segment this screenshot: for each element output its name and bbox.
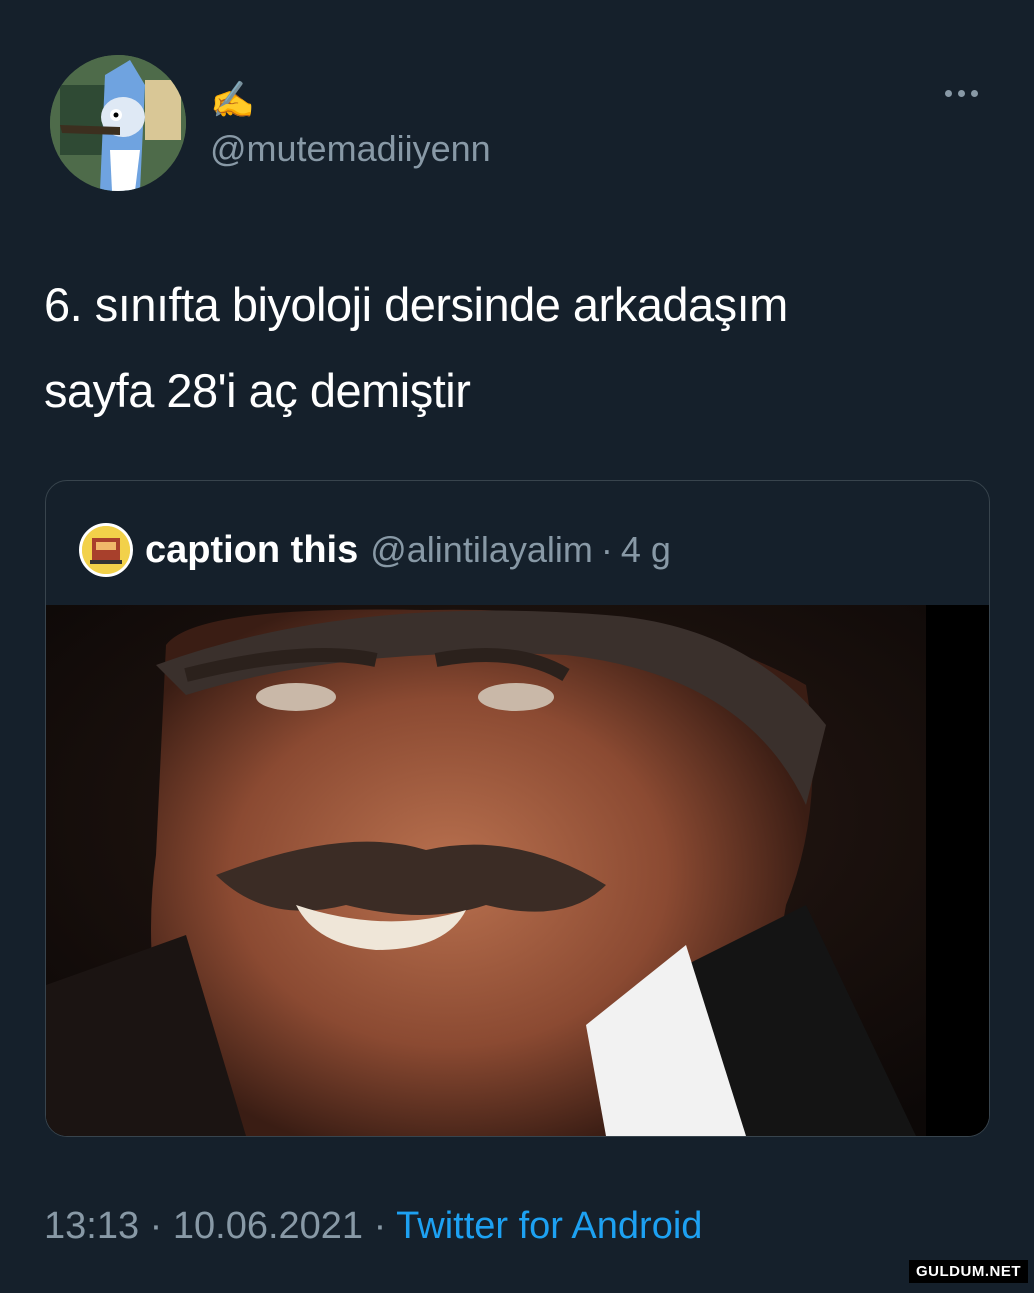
tweet-source-link[interactable]: Twitter for Android [396,1205,702,1247]
tweet-text-line: sayfa 28'i aç demiştir [44,364,471,417]
more-dots-icon[interactable] [945,90,978,97]
quoted-tweet-card[interactable]: caption this @alintilayalim · 4 g [45,480,990,1137]
watermark: GULDUM.NET [909,1260,1028,1283]
quoted-avatar-image [82,526,130,574]
dot [945,90,952,97]
avatar-image [50,55,186,191]
quoted-display-name[interactable]: caption this [145,529,358,572]
meta-separator: · [149,1205,163,1247]
profile-avatar[interactable] [50,55,186,191]
tweet-text: 6. sınıfta biyoloji dersinde arkadaşım s… [44,262,994,434]
display-name[interactable]: ✍️ [210,80,255,120]
dot [958,90,965,97]
tweet-date[interactable]: 10.06.2021 [173,1205,363,1247]
user-handle[interactable]: @mutemadiiyenn [210,128,491,170]
meta-separator: · [600,529,613,570]
quoted-media-image[interactable] [46,605,989,1136]
quoted-avatar[interactable] [79,523,133,577]
quoted-handle[interactable]: @alintilayalim [370,529,593,571]
dot [971,90,978,97]
quoted-tweet-header: caption this @alintilayalim · 4 g [79,523,671,577]
tweet-timestamp: 13:13 · 10.06.2021 · Twitter for Android [44,1205,702,1248]
tweet-time[interactable]: 13:13 [44,1205,139,1247]
tweet-text-line: 6. sınıfta biyoloji dersinde arkadaşım [44,278,788,331]
meta-separator: · [373,1205,387,1247]
media-photo [46,605,989,1136]
quoted-age: 4 g [620,529,671,570]
